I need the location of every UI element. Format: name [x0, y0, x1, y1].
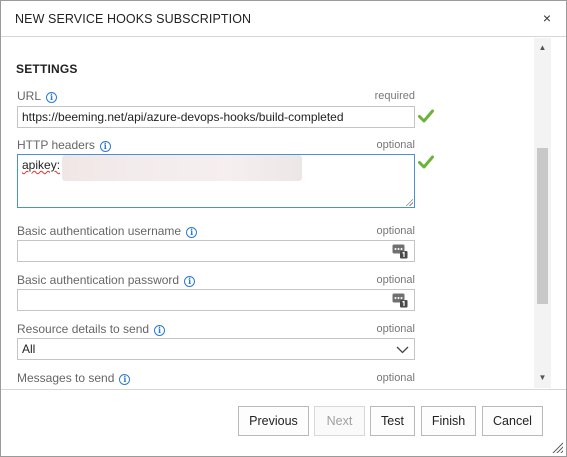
info-icon[interactable]: i — [154, 325, 166, 336]
dialog-title: NEW SERVICE HOOKS SUBSCRIPTION — [15, 12, 252, 26]
resource-details-selected: All — [22, 342, 36, 356]
resource-details-optional-label: optional — [376, 323, 415, 335]
info-icon[interactable]: i — [184, 276, 196, 287]
http-headers-label-text: HTTP headers — [17, 138, 95, 152]
url-input[interactable]: https://beeming.net/api/azure-devops-hoo… — [17, 106, 415, 128]
http-headers-textarea[interactable]: apikey: — [17, 154, 415, 208]
info-icon[interactable]: i — [46, 92, 58, 103]
resource-details-select[interactable]: All — [17, 338, 415, 360]
cancel-button[interactable]: Cancel — [482, 406, 543, 436]
dialog-resize-grip[interactable] — [552, 442, 563, 453]
close-icon[interactable]: × — [540, 10, 554, 26]
messages-label: Messages to send i — [17, 371, 131, 385]
service-hooks-dialog: NEW SERVICE HOOKS SUBSCRIPTION × SETTING… — [0, 0, 567, 457]
key-icon[interactable] — [392, 243, 408, 259]
url-required-label: required — [374, 90, 415, 102]
basic-auth-password-optional-label: optional — [376, 274, 415, 286]
scroll-up-arrow[interactable]: ▲ — [534, 40, 551, 56]
scroll-thumb[interactable] — [537, 148, 548, 304]
section-title: SETTINGS — [16, 62, 78, 76]
http-headers-label: HTTP headers i — [17, 138, 111, 152]
messages-label-text: Messages to send — [17, 371, 115, 385]
previous-button[interactable]: Previous — [238, 406, 309, 436]
url-label-text: URL — [17, 89, 42, 103]
vertical-scrollbar[interactable]: ▲ ▼ — [534, 38, 551, 388]
basic-auth-username-input[interactable] — [17, 240, 415, 262]
http-headers-optional-label: optional — [376, 139, 415, 151]
http-headers-value: apikey: — [22, 158, 61, 172]
basic-auth-password-input[interactable] — [17, 289, 415, 311]
url-label: URL i — [17, 89, 58, 103]
resource-details-label: Resource details to send i — [17, 322, 166, 336]
basic-auth-username-optional-label: optional — [376, 225, 415, 237]
info-icon[interactable]: i — [119, 374, 131, 385]
messages-optional-label: optional — [376, 372, 415, 384]
scroll-down-arrow[interactable]: ▼ — [534, 370, 551, 386]
test-button[interactable]: Test — [370, 406, 415, 436]
dialog-footer: Previous Next Test Finish Cancel — [1, 389, 566, 456]
chevron-down-icon — [396, 346, 409, 354]
basic-auth-username-label-text: Basic authentication username — [17, 224, 182, 238]
settings-panel: SETTINGS URL i required https://beeming.n… — [1, 38, 533, 388]
basic-auth-password-label: Basic authentication password i — [17, 273, 196, 287]
basic-auth-password-label-text: Basic authentication password — [17, 273, 180, 287]
finish-button[interactable]: Finish — [421, 406, 476, 436]
next-button[interactable]: Next — [314, 406, 365, 436]
basic-auth-username-label: Basic authentication username i — [17, 224, 198, 238]
key-icon[interactable] — [392, 292, 408, 308]
resize-grip[interactable] — [405, 198, 413, 206]
dialog-titlebar: NEW SERVICE HOOKS SUBSCRIPTION × — [1, 1, 566, 37]
info-icon[interactable]: i — [99, 141, 111, 152]
redacted-value — [62, 155, 303, 181]
checkmark-icon — [418, 155, 434, 169]
checkmark-icon — [418, 109, 434, 123]
info-icon[interactable]: i — [186, 227, 198, 238]
resource-details-label-text: Resource details to send — [17, 322, 150, 336]
